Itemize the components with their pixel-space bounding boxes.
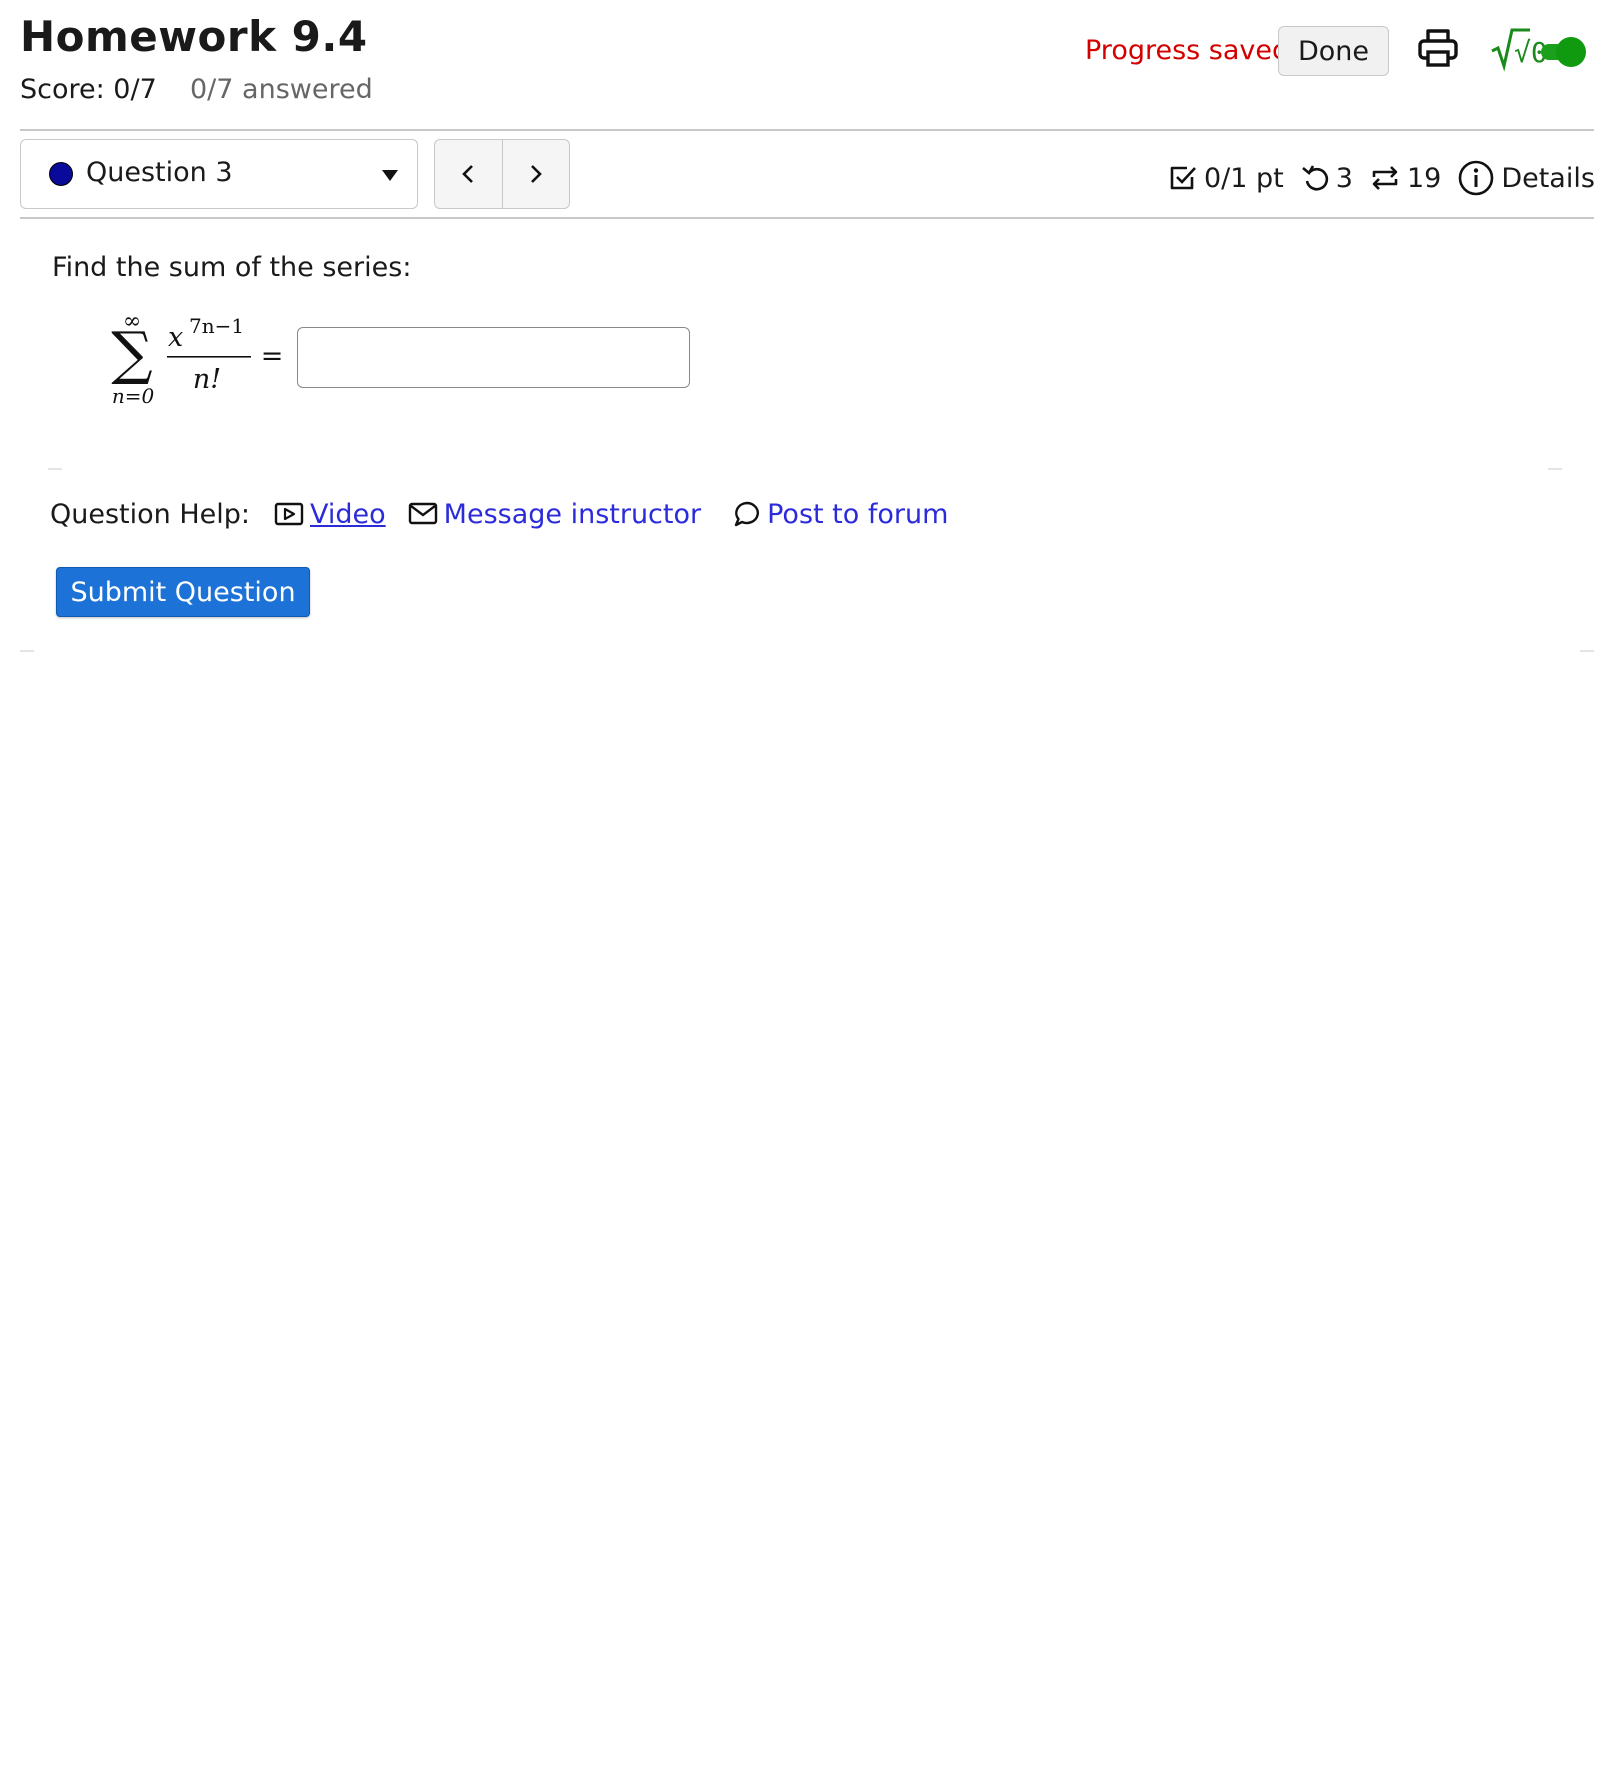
nav-divider xyxy=(20,217,1594,219)
previous-question-button[interactable] xyxy=(435,140,503,208)
denominator: n! xyxy=(193,364,221,395)
chat-bubble-icon xyxy=(734,501,760,527)
question-select[interactable]: Question 3 xyxy=(20,139,418,209)
progress-status: Progress saved xyxy=(1085,35,1290,66)
answer-input[interactable] xyxy=(297,327,690,388)
card-top-edge-left xyxy=(48,468,62,470)
question-help: Question Help: Video Message instructor … xyxy=(50,496,948,532)
question-select-label: Question 3 xyxy=(86,157,233,188)
sigma-symbol: ∑ xyxy=(111,319,152,387)
video-link-label: Video xyxy=(310,498,386,530)
question-meta: 0/1 pt 3 19 Details xyxy=(1168,160,1595,196)
card-bottom-edge-right xyxy=(1580,650,1594,652)
question-prompt: Find the sum of the series: xyxy=(52,252,412,283)
post-to-forum-link[interactable]: Post to forum xyxy=(733,499,948,530)
post-to-forum-label: Post to forum xyxy=(767,498,949,530)
chevron-left-icon xyxy=(462,165,474,183)
submit-question-button[interactable]: Submit Question xyxy=(56,567,310,617)
sum-lower-limit: n=0 xyxy=(112,384,155,408)
attempts-count: 19 xyxy=(1406,162,1442,194)
question-status-dot xyxy=(49,162,73,186)
header-divider xyxy=(20,129,1594,131)
chevron-right-icon xyxy=(530,165,542,183)
numerator-exponent: 7n−1 xyxy=(189,314,244,338)
message-instructor-label: Message instructor xyxy=(443,498,702,530)
message-instructor-link[interactable]: Message instructor xyxy=(408,499,701,530)
score-text: Score: 0/7 xyxy=(20,74,157,105)
question-pager xyxy=(434,139,570,209)
math-display-toggle[interactable]: √0 xyxy=(1490,26,1596,72)
caret-down-icon xyxy=(382,170,398,181)
retries-count: 3 xyxy=(1335,162,1353,194)
checkbox-icon xyxy=(1170,166,1196,190)
card-bottom-edge-left xyxy=(20,650,34,652)
details-link[interactable]: Details xyxy=(1501,163,1595,194)
retry-icon xyxy=(1301,165,1328,191)
card-top-edge-right xyxy=(1548,468,1562,470)
mail-icon xyxy=(408,502,437,525)
points-text: 0/1 pt xyxy=(1204,162,1284,194)
info-icon[interactable] xyxy=(1457,159,1495,197)
next-question-button[interactable] xyxy=(503,140,570,208)
answered-count: 0/7 answered xyxy=(190,74,373,105)
numerator-base: x xyxy=(168,322,183,353)
video-icon xyxy=(274,502,304,526)
series-expression: ∞ ∑ n=0 x 7n−1 n! = xyxy=(108,305,298,415)
done-button[interactable]: Done xyxy=(1278,26,1389,76)
fraction-bar xyxy=(167,356,251,358)
page-title: Homework 9.4 xyxy=(20,12,368,61)
video-link[interactable]: Video xyxy=(274,499,386,530)
attempts-icon xyxy=(1372,166,1398,190)
question-help-label: Question Help: xyxy=(50,498,250,530)
equals-sign: = xyxy=(261,341,284,372)
print-icon[interactable] xyxy=(1416,26,1460,70)
